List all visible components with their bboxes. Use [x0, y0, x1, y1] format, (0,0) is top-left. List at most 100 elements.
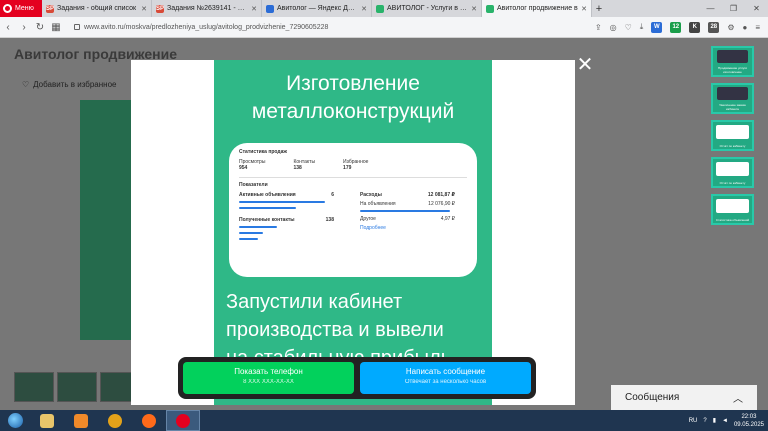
new-tab-button[interactable]: +	[592, 0, 606, 17]
settings-icon[interactable]: ⚙	[727, 23, 734, 32]
browser-tab[interactable]: АВИТОЛОГ - Услуги в сф ✕	[372, 0, 482, 17]
folder-icon	[40, 413, 54, 428]
camera-icon[interactable]: ◎	[610, 23, 617, 32]
yandex-disk-icon	[266, 4, 274, 13]
thumbnail-image	[716, 162, 749, 176]
opera-icon	[176, 413, 190, 428]
media-player-icon	[74, 413, 88, 428]
tab-close-icon[interactable]: ✕	[251, 5, 257, 13]
contact-bar: Показать телефон 8 XXX XXX-XX-XX Написат…	[178, 357, 536, 399]
browser-tab[interactable]: Авитолог — Яндекс Диск ✕	[262, 0, 372, 17]
browser-tab-active[interactable]: Авитолог продвижение в ✕	[482, 0, 592, 17]
profile-icon[interactable]: ●	[742, 23, 747, 32]
progress-bar	[239, 207, 296, 209]
write-message-button[interactable]: Написать сообщение Отвечает за несколько…	[360, 362, 531, 394]
share-icon[interactable]: ⇪	[595, 23, 602, 32]
tab-close-icon[interactable]: ✕	[581, 5, 587, 13]
reload-icon[interactable]: ↻	[32, 22, 48, 33]
clock[interactable]: 22:03 09.05.2025	[734, 413, 764, 429]
tab-title: АВИТОЛОГ - Услуги в сф	[387, 5, 469, 12]
modal-thumbnail[interactable]: Отчёт по кабинету	[711, 120, 754, 151]
system-tray: RU ? ▮ ◄ 22:03 09.05.2025	[689, 413, 768, 429]
network-icon[interactable]: ▮	[713, 417, 716, 424]
stats-card: Статистика продаж Просмотры 954 Контакты 1…	[229, 143, 477, 277]
close-window-icon[interactable]: ✕	[745, 0, 768, 17]
tab-close-icon[interactable]: ✕	[361, 5, 367, 13]
progress-bar	[239, 238, 258, 240]
avito-favicon-icon	[486, 4, 494, 13]
url-field[interactable]: www.avito.ru/moskva/predlozheniya_uslug/…	[74, 24, 595, 31]
lock-icon	[74, 24, 80, 30]
tab-title: Задания №2639141 - про	[167, 5, 249, 12]
taskbar-explorer[interactable]	[30, 410, 64, 431]
modal-thumbnail[interactable]: Продвижение услуги изготовление	[711, 46, 754, 77]
modal-thumbnail[interactable]: Отчёт по кабинету	[711, 157, 754, 188]
thumbnail-caption: Увеличение заказа кабинета	[719, 103, 746, 111]
language-indicator[interactable]: RU	[689, 418, 698, 424]
thumbnail-image	[716, 199, 749, 213]
thumbnail-image	[716, 125, 749, 139]
browser-tab[interactable]: SP Задания №2639141 - про ✕	[152, 0, 262, 17]
taskbar-firefox[interactable]	[132, 410, 166, 431]
heart-icon: ♡	[22, 80, 30, 89]
browser-tab-bar: Меню SP Задания - общий список ✕ SP Зада…	[0, 0, 768, 17]
bookmark-icon[interactable]: ♡	[625, 23, 632, 32]
thumbnail-caption: Продвижение услуги изготовление	[718, 66, 747, 74]
extension-badge-icon[interactable]: 12	[670, 21, 682, 33]
close-modal-icon[interactable]: ✕	[576, 55, 594, 75]
minimize-icon[interactable]: —	[699, 0, 722, 17]
windows-logo-icon	[7, 413, 23, 428]
messages-panel[interactable]: Сообщения ︿	[611, 385, 757, 410]
stats-summary: Просмотры 954 Контакты 138 Избранное 179	[239, 159, 369, 171]
extension-w-icon[interactable]: W	[651, 21, 663, 33]
window-controls: — ❐ ✕	[699, 0, 768, 17]
show-phone-button[interactable]: Показать телефон 8 XXX XXX-XX-XX	[183, 362, 354, 394]
gallery-thumbnail[interactable]	[57, 372, 97, 402]
modal-thumbnail[interactable]: Увеличение заказа кабинета	[711, 83, 754, 114]
restore-icon[interactable]: ❐	[722, 0, 745, 17]
toolbar-extensions: ⇪ ◎ ♡ ⤓ W 12 K 28 ⚙ ● ≡	[595, 21, 768, 33]
address-bar: ‹ › ↻ ▦ www.avito.ru/moskva/predlozheniy…	[0, 17, 768, 38]
modal-thumbnail-strip: Продвижение услуги изготовление Увеличен…	[711, 46, 754, 225]
extension-k-icon[interactable]: K	[689, 21, 701, 33]
modal-thumbnail[interactable]: Статистика объявлений	[711, 194, 754, 225]
progress-bar	[239, 201, 325, 203]
gallery-thumbnail[interactable]	[14, 372, 54, 402]
image-viewer-modal: Изготовление металлоконструкций Статисти…	[131, 60, 575, 405]
help-icon[interactable]: ?	[703, 418, 706, 424]
tab-close-icon[interactable]: ✕	[471, 5, 477, 13]
tab-title: Авитолог — Яндекс Диск	[277, 5, 359, 12]
volume-icon[interactable]: ◄	[722, 418, 728, 424]
chrome-icon	[108, 413, 122, 428]
gallery-thumbnails-backdrop	[14, 372, 140, 402]
tab-favicon-icon: SP	[46, 4, 55, 13]
progress-bar	[239, 232, 263, 234]
download-icon[interactable]: ⤓	[640, 22, 644, 32]
windows-taskbar: RU ? ▮ ◄ 22:03 09.05.2025	[0, 410, 768, 431]
tab-close-icon[interactable]: ✕	[141, 5, 147, 13]
extension-badge-icon[interactable]: 28	[708, 21, 720, 33]
details-link[interactable]: Подробнее	[360, 225, 455, 231]
thumbnail-caption: Статистика объявлений	[715, 218, 750, 222]
add-to-favorites-button[interactable]: ♡ Добавить в избранное	[22, 80, 116, 89]
menu-icon[interactable]: ≡	[755, 23, 760, 32]
speed-dial-icon[interactable]: ▦	[48, 22, 64, 33]
start-button[interactable]	[0, 410, 30, 431]
thumbnail-image	[717, 50, 748, 63]
slide-image: Изготовление металлоконструкций Статисти…	[214, 60, 492, 405]
thumbnail-caption: Отчёт по кабинету	[719, 181, 746, 185]
back-icon[interactable]: ‹	[0, 22, 16, 33]
opera-logo-icon	[3, 4, 12, 13]
opera-menu-button[interactable]: Меню	[0, 0, 42, 17]
taskbar-media-player[interactable]	[64, 410, 98, 431]
tab-favicon-icon: SP	[156, 4, 165, 13]
taskbar-chrome[interactable]	[98, 410, 132, 431]
tab-title: Задания - общий список	[57, 5, 137, 12]
taskbar-opera[interactable]	[166, 410, 200, 431]
browser-tab[interactable]: SP Задания - общий список ✕	[42, 0, 152, 17]
slide-title: Изготовление металлоконструкций	[251, 72, 455, 123]
firefox-icon	[142, 413, 156, 428]
chevron-up-icon[interactable]: ︿	[733, 390, 743, 405]
progress-bar	[239, 226, 277, 228]
forward-icon[interactable]: ›	[16, 22, 32, 33]
